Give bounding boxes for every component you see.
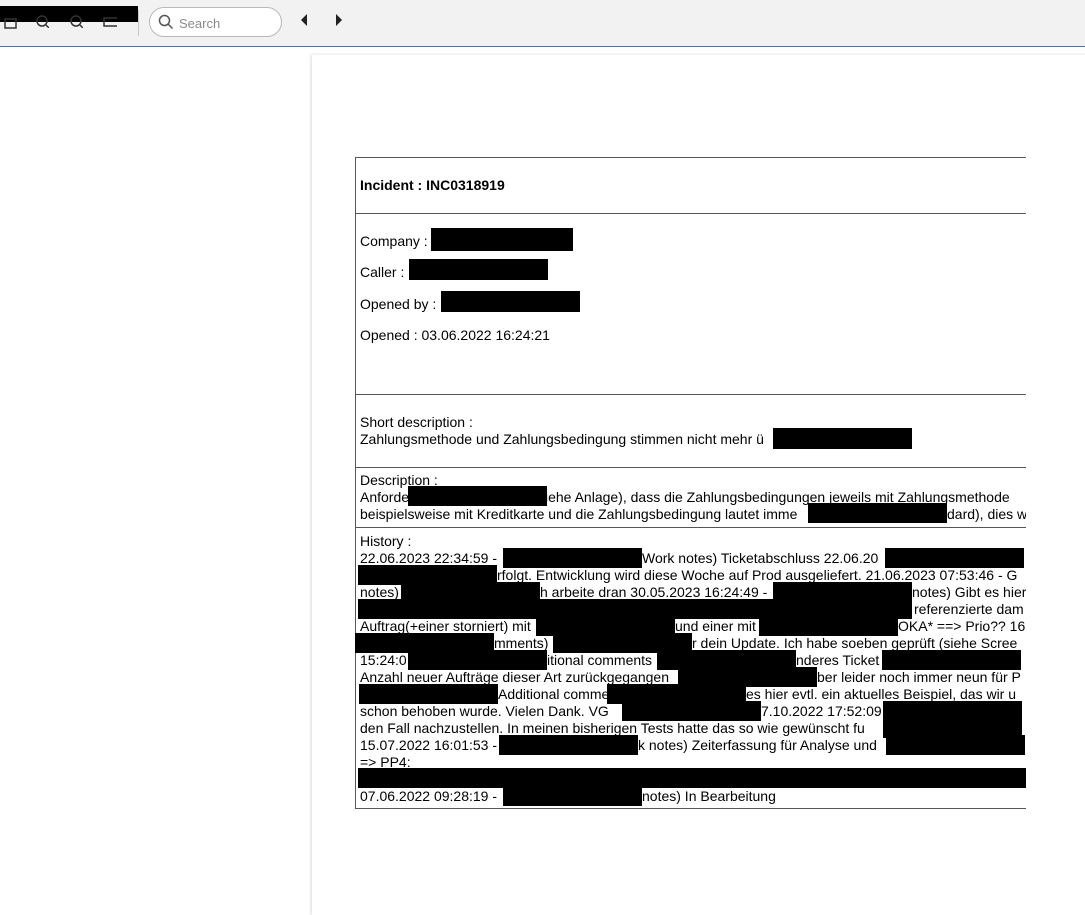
caller-label: Caller : xyxy=(360,264,405,280)
history-line: den Fall nachzustellen. In meinen bisher… xyxy=(360,720,865,736)
history-line: nderes Ticket xyxy=(796,652,880,668)
history-line: notes) In Bearbeitung xyxy=(642,788,776,804)
redaction-bar xyxy=(408,486,547,506)
history-line: itional comments xyxy=(547,652,653,668)
page-icon[interactable] xyxy=(4,16,18,30)
redaction-bar xyxy=(431,228,573,251)
redaction-bar xyxy=(882,650,1021,670)
redaction-bar xyxy=(808,503,947,523)
redaction-bar xyxy=(503,786,642,806)
history-line: rfolgt. Entwicklung wird diese Woche auf… xyxy=(497,567,1018,583)
short-description-label: Short description : xyxy=(360,414,473,430)
history-line: notes) Gibt es hierz xyxy=(912,584,1026,600)
history-line: und einer mit xyxy=(675,618,756,634)
history-line: Work notes) Ticketabschluss 22.06.20 xyxy=(642,550,879,566)
viewer-toolbar: Search xyxy=(0,0,1085,47)
history-line: 7.10.2022 17:52:09 xyxy=(761,703,882,719)
zoom-out-icon[interactable] xyxy=(35,14,49,28)
history-line: h arbeite dran 30.05.2023 16:24:49 - xyxy=(540,584,768,600)
opened-date: Opened : 03.06.2022 16:24:21 xyxy=(360,327,550,343)
divider xyxy=(355,394,1026,395)
next-icon[interactable] xyxy=(334,13,344,27)
prev-icon[interactable] xyxy=(299,13,309,27)
incident-table: Incident : INC0318919 Company : Caller :… xyxy=(355,157,1026,817)
history-line: notes) xyxy=(360,584,399,600)
divider xyxy=(355,467,1026,468)
history-line: Anzahl neuer Aufträge dieser Art zurückg… xyxy=(360,669,669,685)
description-line: Anforde xyxy=(360,489,410,505)
history-line: 15.07.2022 16:01:53 - xyxy=(360,737,498,753)
redaction-bar xyxy=(441,291,580,312)
history-line: schon behoben wurde. Vielen Dank. VG xyxy=(360,703,609,719)
redaction-bar xyxy=(408,650,547,670)
incident-title: Incident : INC0318919 xyxy=(360,177,505,193)
history-label: History : xyxy=(360,533,412,549)
search-input[interactable]: Search xyxy=(149,7,282,37)
zoom-in-icon[interactable] xyxy=(69,14,83,28)
history-line: 07.06.2022 09:28:19 - xyxy=(360,788,498,804)
toolbar-separator xyxy=(138,10,139,36)
search-placeholder: Search xyxy=(179,16,221,31)
redaction-bar xyxy=(358,768,1026,788)
redaction-bar xyxy=(409,259,548,280)
short-description-text: Zahlungsmethode und Zahlungsbedingung st… xyxy=(360,431,764,447)
history-line: OKA* ==> Prio?? 16.0 xyxy=(898,618,1026,634)
history-line: ber leider noch immer neun für P xyxy=(817,669,1021,685)
redaction-bar xyxy=(359,684,498,704)
history-line: Additional comme xyxy=(498,686,610,702)
redaction-bar xyxy=(759,616,898,636)
history-line: Auftrag(+einer storniert) mit xyxy=(360,618,531,634)
history-line: 22.06.2023 22:34:59 - xyxy=(360,550,498,566)
history-line: mments) xyxy=(494,635,549,651)
history-line: referenzierte dam xyxy=(914,601,1024,617)
history-line: k notes) Zeiterfassung für Analyse und xyxy=(638,737,877,753)
redaction-bar xyxy=(886,735,1025,755)
redaction-bar xyxy=(773,428,912,449)
opened-by-label: Opened by : xyxy=(360,296,437,312)
history-line: r dein Update. Ich habe soeben geprüft (… xyxy=(692,635,1018,651)
description-line: dard), dies w xyxy=(947,506,1026,522)
redaction-bar xyxy=(622,701,761,721)
company-label: Company : xyxy=(360,233,428,249)
redaction-bar xyxy=(885,548,1024,568)
search-icon xyxy=(158,14,174,30)
history-line: es hier evtl. ein aktuelles Beispiel, da… xyxy=(746,686,1017,702)
redaction-bar xyxy=(499,735,638,755)
divider xyxy=(355,213,1026,214)
redaction-bar xyxy=(503,548,642,568)
divider xyxy=(355,527,1026,528)
history-line: 15:24:0 xyxy=(360,652,407,668)
description-line: beispielsweise mit Kreditkarte und die Z… xyxy=(360,506,798,522)
fit-icon[interactable] xyxy=(103,15,117,29)
divider xyxy=(355,808,1026,809)
